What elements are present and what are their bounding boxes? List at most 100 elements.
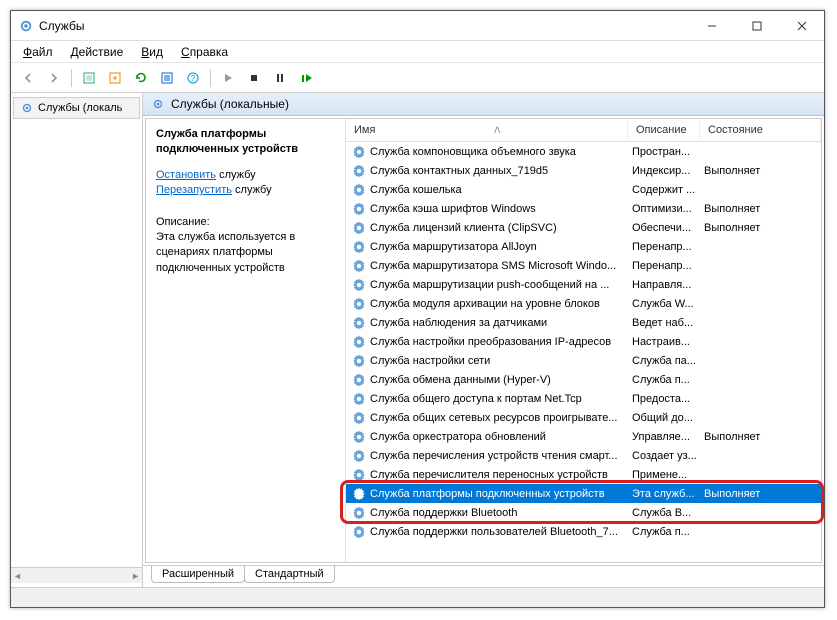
service-desc: Настраив... bbox=[628, 336, 700, 348]
service-icon bbox=[352, 449, 366, 463]
service-name: Служба наблюдения за датчиками bbox=[370, 317, 547, 329]
app-icon bbox=[19, 19, 33, 33]
service-icon bbox=[352, 468, 366, 482]
service-name: Служба кэша шрифтов Windows bbox=[370, 203, 536, 215]
right-pane: Службы (локальные) Служба платформы подк… bbox=[143, 93, 824, 587]
service-desc: Ведет наб... bbox=[628, 317, 700, 329]
service-row[interactable]: Служба компоновщика объемного звукаПрост… bbox=[346, 142, 821, 161]
start-button[interactable] bbox=[217, 67, 239, 89]
service-row[interactable]: Служба поддержки пользователей Bluetooth… bbox=[346, 522, 821, 541]
header-icon bbox=[151, 97, 165, 111]
service-row[interactable]: Служба поддержки Bluetooth Служба B... bbox=[346, 503, 821, 522]
tree-item-label: Службы (локаль bbox=[38, 102, 122, 114]
service-row[interactable]: Служба контактных данных_719d5Индексир..… bbox=[346, 161, 821, 180]
tab-extended[interactable]: Расширенный bbox=[151, 566, 245, 583]
service-icon bbox=[352, 373, 366, 387]
menu-view[interactable]: Вид bbox=[133, 43, 171, 61]
service-row[interactable]: Служба оркестратора обновленийУправляе..… bbox=[346, 427, 821, 446]
service-desc: Направля... bbox=[628, 279, 700, 291]
service-icon bbox=[352, 164, 366, 178]
service-row[interactable]: Служба обмена данными (Hyper-V)Служба п.… bbox=[346, 370, 821, 389]
stop-link[interactable]: Остановить bbox=[156, 169, 216, 181]
restart-link[interactable]: Перезапустить bbox=[156, 184, 232, 196]
service-state: Выполняет bbox=[700, 165, 821, 177]
toolbar-btn-1[interactable] bbox=[78, 67, 100, 89]
service-row[interactable]: Служба настройки сетиСлужба па... bbox=[346, 351, 821, 370]
close-button[interactable] bbox=[779, 11, 824, 41]
desc-text: Эта служба используется в сценариях плат… bbox=[156, 230, 335, 276]
forward-button[interactable] bbox=[43, 67, 65, 89]
service-icon bbox=[352, 525, 366, 539]
titlebar: Службы bbox=[11, 11, 824, 41]
maximize-button[interactable] bbox=[734, 11, 779, 41]
service-desc: Перенапр... bbox=[628, 241, 700, 253]
service-state: Выполняет bbox=[700, 203, 821, 215]
help-button[interactable]: ? bbox=[182, 67, 204, 89]
column-header-name[interactable]: Имя ᐱ bbox=[346, 119, 628, 141]
svg-text:?: ? bbox=[191, 74, 196, 83]
toolbar: ? bbox=[11, 63, 824, 93]
toolbar-btn-4[interactable] bbox=[156, 67, 178, 89]
service-row[interactable]: Служба маршрутизации push-сообщений на .… bbox=[346, 275, 821, 294]
list-pane: Имя ᐱ Описание Состояние Служба компонов… bbox=[346, 119, 821, 562]
service-icon bbox=[352, 316, 366, 330]
service-row[interactable]: Служба общих сетевых ресурсов проигрыват… bbox=[346, 408, 821, 427]
minimize-button[interactable] bbox=[689, 11, 734, 41]
desc-label: Описание: bbox=[156, 215, 335, 230]
service-name: Служба маршрутизации push-сообщений на .… bbox=[370, 279, 609, 291]
service-icon bbox=[352, 487, 366, 501]
service-row[interactable]: Служба кошелькаСодержит ... bbox=[346, 180, 821, 199]
back-button[interactable] bbox=[17, 67, 39, 89]
service-row[interactable]: Служба настройки преобразования IP-адрес… bbox=[346, 332, 821, 351]
service-row[interactable]: Служба перечислителя переносных устройст… bbox=[346, 465, 821, 484]
service-name: Служба поддержки пользователей Bluetooth… bbox=[370, 526, 618, 538]
service-name: Служба поддержки Bluetooth bbox=[370, 507, 517, 519]
services-window: Службы Файл Действие Вид Справка ? bbox=[10, 10, 825, 608]
service-desc: Предоста... bbox=[628, 393, 700, 405]
service-row[interactable]: Служба наблюдения за датчиками Ведет наб.… bbox=[346, 313, 821, 332]
service-desc: Обеспечи... bbox=[628, 222, 700, 234]
restart-button[interactable] bbox=[295, 67, 317, 89]
service-icon bbox=[352, 297, 366, 311]
view-tabs: Расширенный Стандартный bbox=[143, 565, 824, 587]
service-row[interactable]: Служба кэша шрифтов WindowsОптимизи...Вы… bbox=[346, 199, 821, 218]
right-header: Службы (локальные) bbox=[143, 93, 824, 116]
service-name: Служба платформы подключенных устройств bbox=[370, 488, 605, 500]
service-row[interactable]: Служба перечисления устройств чтения сма… bbox=[346, 446, 821, 465]
service-state: Выполняет bbox=[700, 488, 821, 500]
column-header-desc[interactable]: Описание bbox=[628, 119, 700, 141]
service-name: Служба оркестратора обновлений bbox=[370, 431, 546, 443]
tree-item-services[interactable]: Службы (локаль bbox=[13, 97, 140, 119]
service-icon bbox=[352, 183, 366, 197]
column-header-state[interactable]: Состояние bbox=[700, 119, 821, 141]
service-row[interactable]: Служба платформы подключенных устройствЭ… bbox=[346, 484, 821, 503]
refresh-button[interactable] bbox=[130, 67, 152, 89]
left-scrollbar[interactable]: ◄ ► bbox=[11, 567, 142, 583]
toolbar-btn-2[interactable] bbox=[104, 67, 126, 89]
menu-help[interactable]: Справка bbox=[173, 43, 236, 61]
tab-standard[interactable]: Стандартный bbox=[244, 566, 335, 583]
service-row[interactable]: Служба общего доступа к портам Net.TcpПр… bbox=[346, 389, 821, 408]
service-state: Выполняет bbox=[700, 431, 821, 443]
service-row[interactable]: Служба маршрутизатора SMS Microsoft Wind… bbox=[346, 256, 821, 275]
menu-action[interactable]: Действие bbox=[63, 43, 132, 61]
service-name: Служба кошелька bbox=[370, 184, 462, 196]
service-row[interactable]: Служба маршрутизатора AllJoynПеренапр... bbox=[346, 237, 821, 256]
service-desc: Примене... bbox=[628, 469, 700, 481]
right-body: Служба платформы подключенных устройств … bbox=[145, 118, 822, 563]
sort-indicator-icon: ᐱ bbox=[375, 125, 619, 136]
service-desc: Служба B... bbox=[628, 507, 700, 519]
service-name: Служба настройки сети bbox=[370, 355, 490, 367]
service-icon bbox=[352, 506, 366, 520]
service-row[interactable]: Служба лицензий клиента (ClipSVC)Обеспеч… bbox=[346, 218, 821, 237]
list-rows: Служба компоновщика объемного звукаПрост… bbox=[346, 142, 821, 562]
pause-button[interactable] bbox=[269, 67, 291, 89]
detail-pane: Служба платформы подключенных устройств … bbox=[146, 119, 346, 562]
selected-service-name: Служба платформы подключенных устройств bbox=[156, 127, 335, 158]
service-icon bbox=[352, 240, 366, 254]
menu-file[interactable]: Файл bbox=[15, 43, 61, 61]
stop-button[interactable] bbox=[243, 67, 265, 89]
service-row[interactable]: Служба модуля архивации на уровне блоков… bbox=[346, 294, 821, 313]
service-icon bbox=[352, 221, 366, 235]
service-name: Служба общих сетевых ресурсов проигрыват… bbox=[370, 412, 618, 424]
